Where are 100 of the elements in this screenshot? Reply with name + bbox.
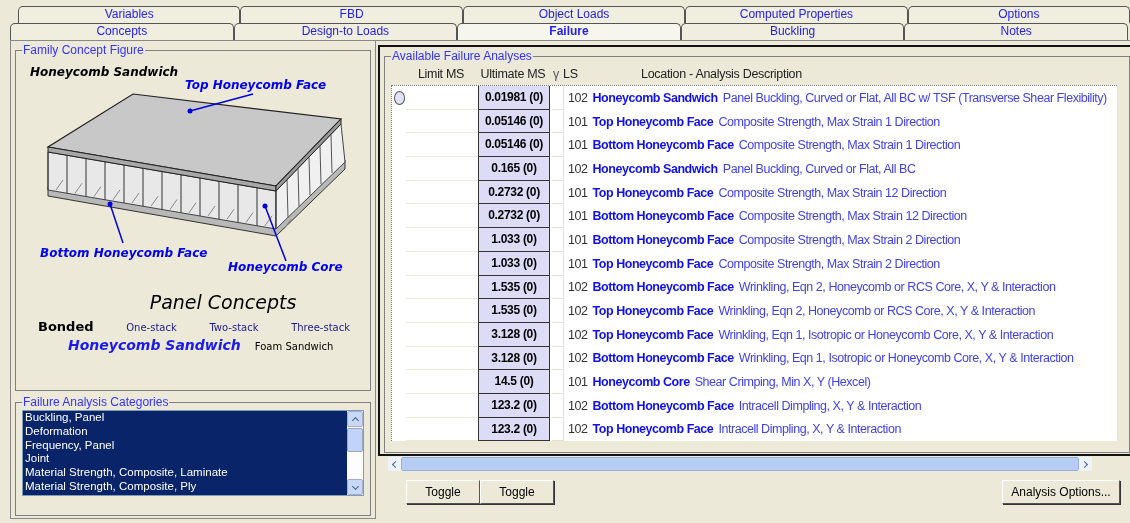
table-cell: Wrinkling, Eqn 2, Honeycomb or RCS Core, X, Y & Interaction — [738, 280, 1056, 295]
table-cell — [552, 322, 564, 347]
tab[interactable]: Notes — [904, 23, 1128, 40]
table-cell: Intracell Dimpling, X, Y & Interaction — [718, 422, 901, 437]
table-cell: Top Honeycomb Face — [592, 327, 714, 342]
table-cell: Honeycomb Sandwich — [592, 161, 718, 176]
table-cell: 3.128 (0) — [478, 322, 550, 347]
column-header: γ — [552, 67, 560, 81]
table-cell: Composite Strength, Max Strain 12 Direction — [738, 209, 967, 224]
callout-label: Top Honeycomb Face — [185, 78, 327, 92]
table-cell: 14.5 (0) — [478, 370, 550, 394]
tab[interactable]: Variables — [18, 6, 241, 23]
table-cell: 101 — [568, 256, 588, 271]
table-cell — [552, 417, 564, 442]
concept-option[interactable]: Foam Sandwich — [254, 341, 334, 352]
table-cell: Wrinkling, Eqn 2, Honeycomb or RCS Core, X, Y & Interaction — [718, 304, 1036, 319]
table-cell: 102 — [568, 351, 588, 366]
table-cell — [552, 109, 564, 134]
leader-line — [107, 201, 124, 244]
table-cell: Bottom Honeycomb Face — [592, 209, 734, 224]
table-cell: Panel Buckling, Curved or Flat, All BC — [722, 161, 916, 176]
tab[interactable]: Computed Properties — [685, 6, 908, 23]
button[interactable]: Analysis Options... — [1002, 480, 1120, 504]
scroll-left-icon[interactable] — [388, 457, 402, 471]
table-cell: Honeycomb Core — [592, 375, 690, 390]
concept-option[interactable]: Three-stack — [291, 322, 350, 333]
table-cell: Intracell Dimpling, X, Y & Interaction — [738, 398, 922, 413]
button[interactable]: Toggle — [480, 480, 554, 504]
table-cell: Wrinkling, Eqn 1, Isotropic or Honeycomb Core, X, Y & Interaction — [718, 327, 1054, 342]
table-cell — [552, 370, 564, 394]
table-cell: Composite Strength, Max Strain 2 Direction — [718, 256, 940, 271]
table-cell — [552, 346, 564, 371]
table-cell: 0.2732 (0) — [478, 180, 550, 205]
table-cell — [552, 393, 564, 418]
table-cell: 1.535 (0) — [478, 299, 550, 323]
table-cell: Composite Strength, Max Strain 12 Direction — [718, 185, 947, 200]
table-cell — [552, 251, 564, 276]
table-cell: 101 — [568, 209, 588, 224]
concept-option[interactable]: Honeycomb Sandwich — [68, 337, 241, 353]
panel-concepts-heading: Panel Concepts — [149, 291, 297, 313]
table-cell: Top Honeycomb Face — [592, 256, 714, 271]
column-header: Location - Analysis Description — [641, 67, 802, 81]
table-cell: Bottom Honeycomb Face — [592, 351, 734, 366]
table-cell: Wrinkling, Eqn 1, Isotropic or Honeycomb Core, X, Y & Interaction — [738, 351, 1074, 366]
table-cell: 0.2732 (0) — [478, 204, 550, 229]
table-cell: Honeycomb Sandwich — [592, 90, 718, 105]
group-title: Failure Analysis Categories — [22, 395, 170, 409]
table-cell: Bottom Honeycomb Face — [592, 398, 734, 413]
tab[interactable]: Concepts — [10, 23, 234, 40]
table-cell: 123.2 (0) — [478, 417, 550, 442]
column-header: Ultimate MS — [479, 67, 547, 81]
table-cell: Bottom Honeycomb Face — [592, 232, 734, 247]
table-cell — [552, 204, 564, 229]
table-cell: Panel Buckling, Curved or Flat, All BC w/ TSF (Transverse Shear Flexibility) — [722, 90, 1107, 105]
table-cell: Bottom Honeycomb Face — [592, 138, 734, 153]
leader-line — [262, 203, 287, 262]
scroll-thumb[interactable] — [347, 428, 363, 452]
table-cell: 101 — [568, 232, 588, 247]
table-cell — [552, 228, 564, 252]
table-cell: 101 — [568, 375, 588, 390]
table-cell: 101 — [568, 138, 588, 153]
family-title: Honeycomb Sandwich — [30, 65, 179, 79]
table-cell: 123.2 (0) — [478, 393, 550, 418]
tab[interactable]: FBD — [240, 6, 463, 23]
table-cell: 101 — [568, 185, 588, 200]
table-cell: Shear Crimping, Min X, Y (Hexcel) — [694, 375, 871, 390]
table-cell: 102 — [568, 161, 588, 176]
button[interactable]: Toggle — [406, 480, 480, 504]
table-cell: Bottom Honeycomb Face — [592, 280, 734, 295]
scroll-down-icon[interactable] — [347, 479, 363, 495]
table-cell: 102 — [568, 398, 588, 413]
concept-option[interactable]: Two-stack — [209, 322, 259, 333]
column-header: LS — [563, 67, 578, 81]
tab[interactable]: Options — [907, 6, 1130, 23]
scrollbar[interactable] — [347, 411, 363, 495]
table-cell: Top Honeycomb Face — [592, 185, 714, 200]
callout-label: Honeycomb Core — [228, 260, 343, 274]
table-cell — [552, 86, 564, 110]
table-cell: 102 — [568, 422, 588, 437]
table-cell: 1.535 (0) — [478, 275, 550, 300]
table-cell — [552, 180, 564, 205]
column-header: Limit MS — [416, 67, 466, 81]
concept-option[interactable]: Bonded — [38, 319, 94, 334]
tab[interactable]: Buckling — [680, 23, 905, 40]
group-title: Available Failure Analyses — [391, 49, 533, 63]
tab[interactable]: Object Loads — [462, 6, 686, 23]
table-cell: 0.05146 (0) — [478, 109, 550, 134]
scroll-up-icon[interactable] — [347, 411, 363, 427]
table-cell: 1.033 (0) — [478, 228, 550, 252]
tab[interactable]: Failure — [457, 23, 681, 40]
table-cell: 102 — [568, 327, 588, 342]
table-cell: 101 — [568, 114, 588, 129]
table-cell: Top Honeycomb Face — [592, 114, 714, 129]
radio-icon[interactable] — [393, 90, 405, 105]
table-cell — [552, 299, 564, 323]
table-cell — [552, 157, 564, 181]
tab[interactable]: Design-to Loads — [233, 23, 458, 40]
concept-option[interactable]: One-stack — [126, 322, 177, 333]
table-cell: Composite Strength, Max Strain 1 Direction — [718, 114, 940, 129]
table-cell — [552, 275, 564, 300]
